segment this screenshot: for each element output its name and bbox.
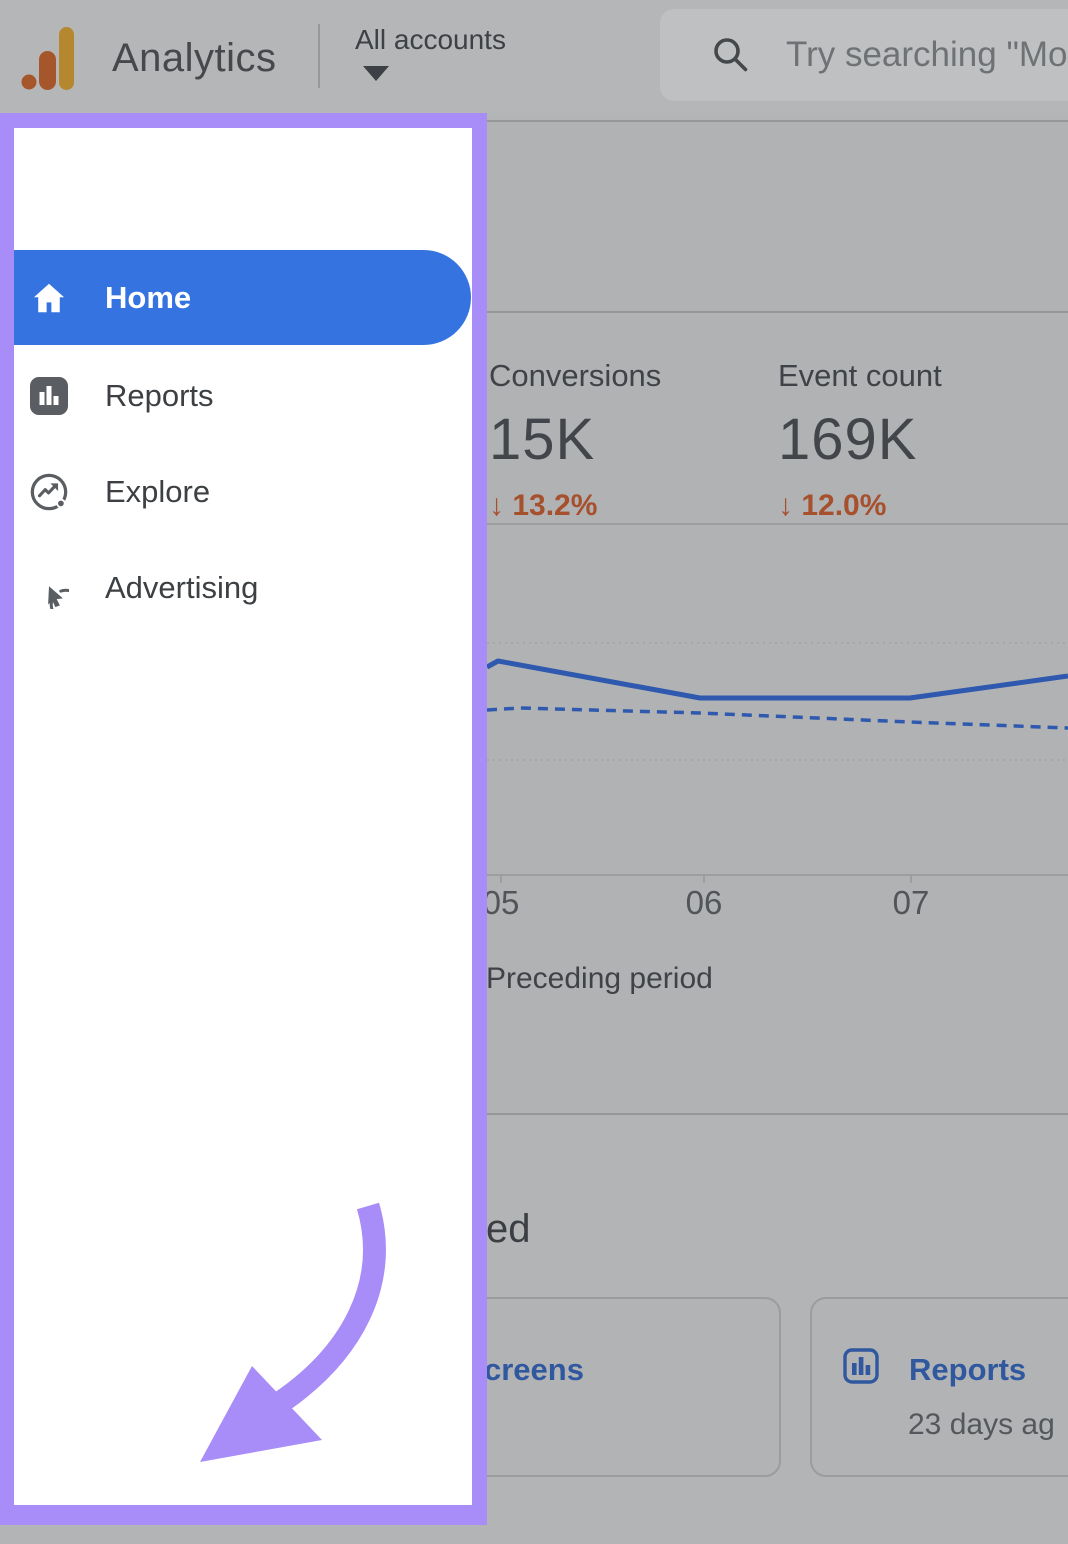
advertising-cursor-icon xyxy=(29,567,69,609)
metric-value: 169K xyxy=(778,406,1058,473)
sidebar-item-label: Explore xyxy=(105,474,210,510)
trend-line-chart xyxy=(487,610,1068,890)
header-divider xyxy=(318,24,320,88)
sidebar-item-label: Home xyxy=(105,280,191,316)
search-input[interactable] xyxy=(786,9,1068,101)
google-analytics-screen: Conversions 15K ↓ 13.2% Event count 169K… xyxy=(0,0,1068,1544)
metric-delta-value: 13.2% xyxy=(512,489,597,522)
bar-chart-icon xyxy=(29,375,69,417)
sidebar-item-home[interactable]: Home xyxy=(14,250,471,345)
nav-drawer: Home Reports xyxy=(14,128,472,1505)
metric-delta-down: ↓ 12.0% xyxy=(778,489,1058,523)
sidebar-item-label: Advertising xyxy=(105,570,258,606)
recent-card-link[interactable]: Reports xyxy=(909,1352,1026,1388)
highlight-frame: Home Reports xyxy=(0,113,487,1525)
app-title: Analytics xyxy=(112,36,277,81)
account-switcher[interactable]: All accounts xyxy=(355,24,506,56)
metric-tabs-divider xyxy=(400,523,1068,525)
metric-delta-down: ↓ 13.2% xyxy=(489,489,769,523)
recent-card-link-partial[interactable]: creens xyxy=(484,1352,584,1388)
recently-accessed-heading-partial: ed xyxy=(486,1207,531,1252)
sidebar-item-label: Reports xyxy=(105,378,214,414)
metric-event-count: Event count 169K ↓ 12.0% xyxy=(778,358,1058,523)
metric-conversions: Conversions 15K ↓ 13.2% xyxy=(489,358,769,523)
metric-delta-value: 12.0% xyxy=(801,489,886,522)
chevron-down-icon xyxy=(363,66,389,81)
insights-banner-card xyxy=(400,120,1068,313)
x-axis-tick-label: 07 xyxy=(871,884,951,922)
sidebar-item-reports[interactable]: Reports xyxy=(14,348,471,443)
metric-value: 15K xyxy=(489,406,769,473)
recent-card-timestamp: 23 days ag xyxy=(908,1408,1055,1442)
search-icon xyxy=(710,34,752,76)
x-axis-tick-label: 06 xyxy=(664,884,744,922)
app-header: Analytics All accounts xyxy=(0,0,1068,113)
down-arrow-icon: ↓ xyxy=(489,489,504,522)
metric-label: Event count xyxy=(778,358,1058,394)
google-analytics-logo xyxy=(21,26,75,90)
legend-preceding-period: Preceding period xyxy=(486,962,713,996)
account-switcher-label: All accounts xyxy=(355,24,506,55)
metric-label: Conversions xyxy=(489,358,769,394)
sidebar-item-explore[interactable]: Explore xyxy=(14,444,471,539)
sidebar-item-advertising[interactable]: Advertising xyxy=(14,540,471,635)
sidebar-item-admin[interactable]: Admin xyxy=(14,1533,471,1544)
down-arrow-icon: ↓ xyxy=(778,489,793,522)
home-icon xyxy=(29,277,69,319)
search-bar[interactable] xyxy=(660,9,1068,101)
explore-trend-icon xyxy=(29,471,69,513)
reports-card-icon xyxy=(843,1348,879,1384)
